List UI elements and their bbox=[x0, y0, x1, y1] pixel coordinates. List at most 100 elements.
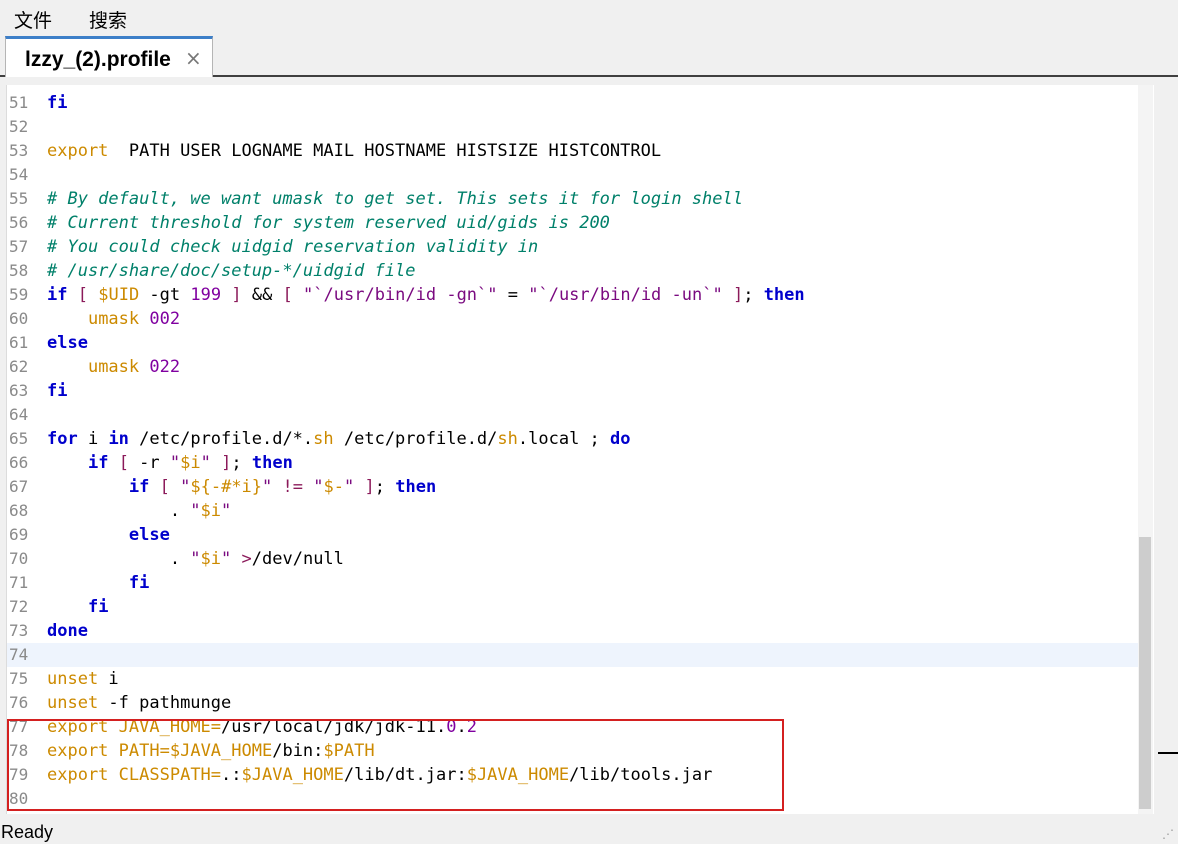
code-line[interactable]: 69 else bbox=[7, 523, 1138, 547]
line-number: 54 bbox=[9, 165, 29, 184]
code-line[interactable]: 51 fi bbox=[7, 91, 1138, 115]
code-line[interactable]: 67 if [ "${-#*i}" != "$-" ]; then bbox=[7, 475, 1138, 499]
code-line[interactable]: 68 . "$i" bbox=[7, 499, 1138, 523]
code-token: ; bbox=[231, 453, 252, 473]
code-token: . bbox=[47, 501, 191, 521]
menu-search[interactable]: 搜索 bbox=[89, 6, 127, 33]
code-line[interactable]: 66 if [ -r "$i" ]; then bbox=[7, 451, 1138, 475]
code-editor[interactable]: 51 fi 52 53 export PATH USER LOGNAME MAIL HO… bbox=[6, 85, 1154, 814]
code-token: if bbox=[87, 453, 109, 473]
code-token: export bbox=[47, 741, 109, 761]
code-token: .: bbox=[221, 765, 242, 785]
code-token: $i bbox=[200, 501, 222, 521]
close-icon[interactable]: × bbox=[185, 48, 202, 68]
code-line[interactable]: 53 export PATH USER LOGNAME MAIL HOSTNAME… bbox=[7, 139, 1138, 163]
code-line[interactable]: 64 bbox=[7, 403, 1138, 427]
resize-grip-icon[interactable]: ⋰ bbox=[1162, 827, 1174, 841]
menu-file[interactable]: 文件 bbox=[14, 6, 52, 33]
code-line[interactable]: 65 for i in /etc/profile.d/*.sh /etc/prof… bbox=[7, 427, 1138, 451]
line-number: 71 bbox=[9, 573, 29, 592]
code-line[interactable]: 58 # /usr/share/doc/setup-*/uidgid file bbox=[7, 259, 1138, 283]
line-number: 56 bbox=[9, 213, 29, 232]
code-token: for bbox=[47, 429, 78, 449]
line-code: . "$i" >/dev/null bbox=[47, 547, 344, 571]
line-number: 64 bbox=[9, 405, 29, 424]
tab-title: lzzy_(2).profile bbox=[25, 48, 171, 71]
code-line[interactable]: 73 done bbox=[7, 619, 1138, 643]
line-number: 57 bbox=[9, 237, 29, 256]
line-number: 76 bbox=[9, 693, 29, 712]
code-token: " bbox=[190, 501, 201, 521]
code-token: JAVA_HOME= bbox=[118, 717, 222, 737]
line-number: 58 bbox=[9, 261, 29, 280]
code-token: && bbox=[241, 285, 283, 305]
code-line[interactable]: 52 bbox=[7, 115, 1138, 139]
code-token: fi bbox=[47, 93, 68, 113]
tab-file[interactable]: lzzy_(2).profile × bbox=[5, 36, 213, 77]
line-code: umask 002 bbox=[47, 307, 180, 331]
code-token: fi bbox=[128, 573, 150, 593]
code-line[interactable]: 80 bbox=[7, 787, 1138, 811]
code-token: " bbox=[169, 453, 181, 473]
code-line[interactable]: 72 fi bbox=[7, 595, 1138, 619]
code-line[interactable]: 57 # You could check uidgid reservation v… bbox=[7, 235, 1138, 259]
line-number: 65 bbox=[9, 429, 29, 448]
code-token: umask bbox=[87, 309, 140, 329]
code-token: != bbox=[282, 477, 304, 497]
code-line[interactable]: 74 bbox=[7, 643, 1138, 667]
code-token: /lib/dt.jar: bbox=[343, 765, 467, 785]
code-line[interactable]: 71 fi bbox=[7, 571, 1138, 595]
line-number: 79 bbox=[9, 765, 29, 784]
code-line[interactable]: 54 bbox=[7, 163, 1138, 187]
code-line[interactable]: 55 # By default, we want umask to get set… bbox=[7, 187, 1138, 211]
code-token: # You could check uidgid reservation val… bbox=[47, 237, 539, 257]
code-line[interactable]: 62 umask 022 bbox=[7, 355, 1138, 379]
code-token: $UID bbox=[98, 285, 140, 305]
code-token: = bbox=[497, 285, 529, 305]
vertical-scrollbar[interactable] bbox=[1138, 85, 1153, 814]
code-token: 022 bbox=[149, 357, 181, 377]
code-token: then bbox=[763, 285, 805, 305]
code-line[interactable]: 59 if [ $UID -gt 199 ] && [ "`/usr/bin/id… bbox=[7, 283, 1138, 307]
code-line[interactable]: 77 export JAVA_HOME=/usr/local/jdk/jdk-11… bbox=[7, 715, 1138, 739]
line-code: # Current threshold for system reserved … bbox=[47, 211, 610, 235]
code-token: ] bbox=[364, 477, 375, 497]
line-number: 73 bbox=[9, 621, 29, 640]
line-number: 63 bbox=[9, 381, 29, 400]
status-text: Ready bbox=[1, 822, 54, 842]
line-code: unset -f pathmunge bbox=[47, 691, 231, 715]
code-token: # By default, we want umask to get set. … bbox=[47, 189, 743, 209]
code-token: /etc/profile.d/*. bbox=[128, 429, 314, 449]
scroll-thumb[interactable] bbox=[1139, 537, 1151, 809]
code-line[interactable]: 75 unset i bbox=[7, 667, 1138, 691]
line-number: 70 bbox=[9, 549, 29, 568]
code-token: else bbox=[47, 333, 88, 353]
code-token: i bbox=[98, 669, 119, 689]
code-token: unset bbox=[47, 693, 99, 713]
code-line[interactable]: 56 # Current threshold for system reserve… bbox=[7, 211, 1138, 235]
code-line[interactable]: 70 . "$i" >/dev/null bbox=[7, 547, 1138, 571]
code-token: then bbox=[395, 477, 437, 497]
code-line[interactable]: 61 else bbox=[7, 331, 1138, 355]
code-line[interactable]: 78 export PATH=$JAVA_HOME/bin:$PATH bbox=[7, 739, 1138, 763]
code-token: fi bbox=[87, 597, 109, 617]
code-token: [ bbox=[77, 285, 88, 305]
code-token: # Current threshold for system reserved … bbox=[47, 213, 610, 233]
line-code: if [ "${-#*i}" != "$-" ]; then bbox=[47, 475, 436, 499]
code-line[interactable]: 79 export CLASSPATH=.:$JAVA_HOME/lib/dt.j… bbox=[7, 763, 1138, 787]
code-line[interactable]: 60 umask 002 bbox=[7, 307, 1138, 331]
code-line[interactable]: 76 unset -f pathmunge bbox=[7, 691, 1138, 715]
code-line[interactable]: 63 fi bbox=[7, 379, 1138, 403]
line-code: fi bbox=[47, 595, 108, 619]
code-token: do bbox=[610, 429, 631, 449]
code-token: "`/usr/bin/id -un`" bbox=[528, 285, 723, 305]
code-token: sh bbox=[313, 429, 334, 449]
